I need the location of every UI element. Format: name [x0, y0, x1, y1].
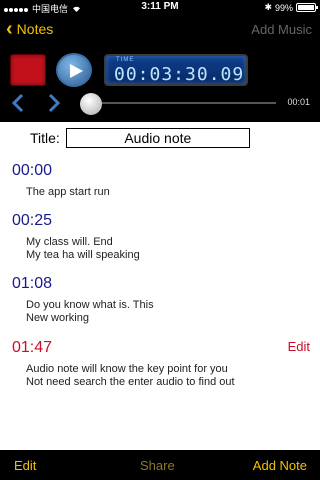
add-music-button[interactable]: Add Music — [251, 22, 312, 37]
note-text: My class will. End My tea ha will speaki… — [26, 236, 140, 261]
seek-track[interactable] — [88, 102, 276, 104]
note-text: Audio note will know the key point for y… — [26, 363, 235, 388]
note-item[interactable]: 01:08 Do you know what is. This New work… — [12, 275, 310, 325]
play-button[interactable] — [56, 53, 92, 87]
title-input[interactable] — [65, 128, 250, 148]
timer-label: TIME — [116, 57, 135, 63]
timer-display: TIME 00:03:30.09 — [104, 54, 248, 86]
seek-slider-knob[interactable] — [80, 93, 102, 115]
note-item[interactable]: 00:00 The app start run — [12, 162, 310, 199]
audio-player: TIME 00:03:30.09 — [0, 52, 320, 88]
chevron-left-icon: ‹ — [6, 18, 13, 40]
bottom-toolbar: Edit Share Add Note — [0, 450, 320, 480]
back-label: Notes — [16, 21, 54, 37]
share-button[interactable]: Share — [140, 458, 175, 473]
edit-button[interactable]: Edit — [14, 458, 36, 473]
notes-content: Title: 00:00 The app start run 00:25 My … — [0, 122, 320, 450]
note-item-selected[interactable]: 01:47 Edit Audio note will know the key … — [12, 339, 310, 389]
note-text: Do you know what is. This New working — [26, 299, 154, 324]
timer-value: 00:03:30.09 — [114, 64, 245, 85]
note-item[interactable]: 00:25 My class will. End My tea ha will … — [12, 212, 310, 262]
battery-icon — [296, 3, 318, 12]
add-note-button[interactable]: Add Note — [253, 458, 307, 473]
play-icon — [70, 64, 83, 78]
playback-controls: 00:01 — [0, 92, 320, 115]
title-row: Title: — [30, 128, 250, 148]
navigation-bar: ‹ Notes Add Music — [0, 14, 320, 46]
status-bar: 中国电信 3:11 PM ✱ 99% — [0, 0, 320, 14]
note-timestamp[interactable]: 01:08 — [12, 275, 310, 293]
bluetooth-icon: ✱ — [264, 2, 272, 12]
edit-note-button[interactable]: Edit — [288, 339, 310, 354]
stop-button[interactable] — [10, 54, 46, 86]
rewind-icon[interactable] — [10, 92, 26, 118]
title-label: Title: — [30, 130, 60, 146]
note-timestamp[interactable]: 00:00 — [12, 162, 310, 180]
note-text: The app start run — [26, 186, 110, 198]
status-right: ✱ 99% — [264, 2, 318, 13]
note-timestamp[interactable]: 00:25 — [12, 212, 310, 230]
duration-label: 00:01 — [287, 97, 310, 107]
forward-icon[interactable] — [46, 92, 62, 118]
battery-percent: 99% — [274, 2, 293, 13]
note-timestamp[interactable]: 01:47 — [12, 339, 310, 357]
back-button[interactable]: ‹ Notes — [6, 18, 54, 40]
